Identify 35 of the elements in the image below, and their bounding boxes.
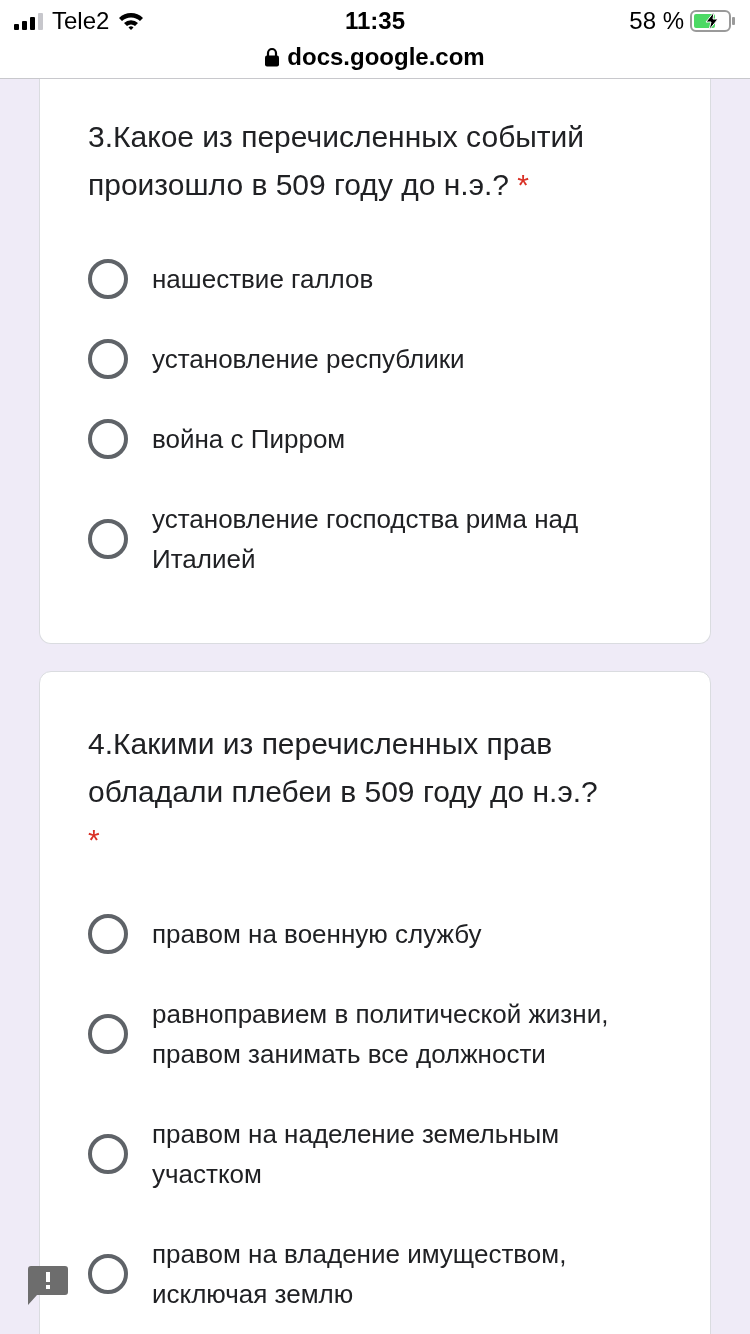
url-text: docs.google.com <box>287 42 485 72</box>
option-label: правом на наделение земельным участком <box>152 1118 561 1191</box>
answer-option[interactable]: установление господства рима над Италией <box>88 479 662 599</box>
radio-button[interactable] <box>88 914 128 954</box>
option-label: нашествие галлов <box>152 263 375 296</box>
option-label: равноправием в политической жизни, правом занимать все должности <box>152 998 610 1071</box>
option-label: правом на владение имуществом, исключая землю <box>152 1238 568 1311</box>
option-label: установление республики <box>152 343 466 376</box>
carrier-name: Tele2 <box>52 6 110 36</box>
question-text: 3.Какое из перечисленных событий произошло в 509 году до н.э.? * <box>88 119 586 203</box>
answer-option[interactable]: нашествие галлов <box>88 239 662 319</box>
radio-button[interactable] <box>88 339 128 379</box>
radio-button[interactable] <box>88 1134 128 1174</box>
answer-option[interactable]: война с Пирром <box>88 399 662 479</box>
answer-option[interactable]: установление республики <box>88 319 662 399</box>
lock-icon <box>265 47 280 67</box>
signal-icon <box>14 12 44 30</box>
battery-charging-icon <box>690 9 736 33</box>
answer-option[interactable]: равноправием в политической жизни, правом занимать все должности <box>88 974 662 1094</box>
option-label: правом на военную службу <box>152 918 483 951</box>
radio-button[interactable] <box>88 419 128 459</box>
battery-percent: 58 % <box>629 6 684 36</box>
clock-time: 11:35 <box>344 6 406 36</box>
radio-button[interactable] <box>88 259 128 299</box>
answer-option[interactable]: правом на владение имуществом, исключая землю <box>88 1214 662 1334</box>
question-text: 4.Какими из перечисленных прав обладали плебеи в 509 году до н.э.? * <box>88 726 599 858</box>
radio-button[interactable] <box>88 1254 128 1294</box>
option-label: война с Пирром <box>152 423 347 456</box>
feedback-icon[interactable] <box>28 1266 68 1306</box>
wifi-icon <box>117 11 146 31</box>
radio-button[interactable] <box>88 1014 128 1054</box>
radio-button[interactable] <box>88 519 128 559</box>
answer-option[interactable]: правом на военную службу <box>88 894 662 974</box>
option-label: установление господства рима над Италией <box>152 503 580 576</box>
answer-option[interactable]: правом на наделение земельным участком <box>88 1094 662 1214</box>
